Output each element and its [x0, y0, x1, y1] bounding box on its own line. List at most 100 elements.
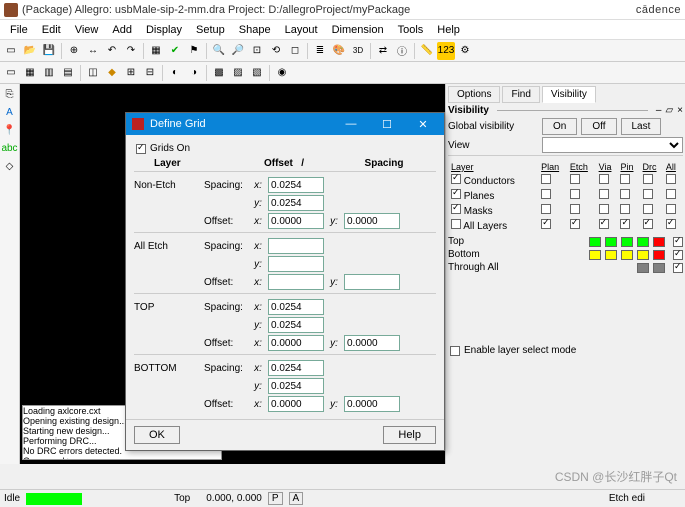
vis-checkbox[interactable] — [666, 189, 676, 199]
vis-checkbox[interactable] — [666, 219, 676, 229]
vis-checkbox[interactable] — [666, 204, 676, 214]
redo-icon[interactable]: ↷ — [122, 42, 140, 60]
panel-dock-icon[interactable]: ▱ — [665, 105, 673, 116]
offset-y-input[interactable] — [344, 213, 400, 229]
tab-visibility[interactable]: Visibility — [542, 86, 596, 103]
menu-display[interactable]: Display — [140, 22, 188, 38]
undo-icon[interactable]: ↶ — [103, 42, 121, 60]
spacing-x-input[interactable] — [268, 299, 324, 315]
tool-n-icon[interactable]: ◉ — [273, 64, 291, 82]
grid-icon[interactable]: ▦ — [147, 42, 165, 60]
badge-icon[interactable]: 123 — [437, 42, 455, 60]
spacing-x-input[interactable] — [268, 360, 324, 376]
color-swatch[interactable] — [637, 250, 649, 260]
vis-checkbox[interactable] — [541, 174, 551, 184]
vis-checkbox[interactable] — [599, 189, 609, 199]
zoom-fit-icon[interactable]: ⊡ — [248, 42, 266, 60]
row-all-checkbox[interactable] — [673, 263, 683, 273]
offset-x-input[interactable] — [268, 274, 324, 290]
vis-last-button[interactable]: Last — [621, 118, 662, 135]
menu-view[interactable]: View — [69, 22, 105, 38]
grids-on-checkbox[interactable] — [136, 144, 146, 154]
spacing-y-input[interactable] — [268, 256, 324, 272]
check-icon[interactable]: ✔ — [166, 42, 184, 60]
lt-font-icon[interactable]: A — [2, 104, 18, 120]
menu-tools[interactable]: Tools — [392, 22, 430, 38]
row-all-checkbox[interactable] — [673, 250, 683, 260]
tab-options[interactable]: Options — [448, 86, 500, 103]
layer-Planes-checkbox[interactable] — [451, 189, 461, 199]
tool-a-icon[interactable]: ▭ — [2, 64, 20, 82]
palette-icon[interactable]: 🎨 — [330, 42, 348, 60]
zoom-prev-icon[interactable]: ⟲ — [267, 42, 285, 60]
vis-checkbox[interactable] — [570, 219, 580, 229]
color-swatch[interactable] — [621, 250, 633, 260]
color-swatch[interactable] — [637, 237, 649, 247]
offset-y-input[interactable] — [344, 335, 400, 351]
arrows-icon[interactable]: ↔ — [84, 42, 102, 60]
spacing-y-input[interactable] — [268, 195, 324, 211]
dialog-max-icon[interactable]: ☐ — [372, 118, 402, 131]
tool-j-icon[interactable]: ◑ — [185, 64, 203, 82]
vis-off-button[interactable]: Off — [581, 118, 616, 135]
tool-b-icon[interactable]: ▦ — [21, 64, 39, 82]
layer-Masks-checkbox[interactable] — [451, 204, 461, 214]
offset-x-input[interactable] — [268, 213, 324, 229]
status-p-button[interactable]: P — [268, 492, 283, 505]
tool-m-icon[interactable]: ▧ — [248, 64, 266, 82]
color-swatch[interactable] — [653, 263, 665, 273]
vis-checkbox[interactable] — [541, 219, 551, 229]
lt-copy-icon[interactable]: ⎘ — [2, 86, 18, 102]
menu-add[interactable]: Add — [106, 22, 138, 38]
vis-checkbox[interactable] — [643, 189, 653, 199]
vis-checkbox[interactable] — [620, 174, 630, 184]
color-swatch[interactable] — [653, 237, 665, 247]
color-swatch[interactable] — [589, 250, 601, 260]
vis-checkbox[interactable] — [643, 174, 653, 184]
dialog-min-icon[interactable]: — — [336, 118, 366, 130]
offset-x-input[interactable] — [268, 335, 324, 351]
vis-checkbox[interactable] — [570, 189, 580, 199]
spacing-y-input[interactable] — [268, 378, 324, 394]
target-icon[interactable]: ⊕ — [65, 42, 83, 60]
row-all-checkbox[interactable] — [673, 237, 683, 247]
color-swatch[interactable] — [605, 237, 617, 247]
menu-layout[interactable]: Layout — [279, 22, 324, 38]
vis-checkbox[interactable] — [599, 204, 609, 214]
color-swatch[interactable] — [637, 263, 649, 273]
help-button[interactable]: Help — [383, 426, 436, 444]
vis-checkbox[interactable] — [599, 174, 609, 184]
spacing-x-input[interactable] — [268, 238, 324, 254]
menu-file[interactable]: File — [4, 22, 34, 38]
lt-text-icon[interactable]: abc — [2, 140, 18, 156]
dialog-close-icon[interactable]: ✕ — [408, 118, 438, 131]
save-icon[interactable]: 💾 — [40, 42, 58, 60]
vis-checkbox[interactable] — [541, 189, 551, 199]
tool-d-icon[interactable]: ▤ — [59, 64, 77, 82]
zoom-sel-icon[interactable]: ◻ — [286, 42, 304, 60]
menu-edit[interactable]: Edit — [36, 22, 67, 38]
vis-checkbox[interactable] — [643, 204, 653, 214]
layer-All Layers-checkbox[interactable] — [451, 219, 461, 229]
open-icon[interactable]: 📂 — [21, 42, 39, 60]
tool-f-icon[interactable]: ◆ — [103, 64, 121, 82]
menu-dimension[interactable]: Dimension — [326, 22, 390, 38]
tab-find[interactable]: Find — [502, 86, 539, 103]
vis-checkbox[interactable] — [541, 204, 551, 214]
color-swatch[interactable] — [653, 250, 665, 260]
layer-Conductors-checkbox[interactable] — [451, 174, 461, 184]
enable-layer-select-checkbox[interactable] — [450, 346, 460, 356]
color-swatch[interactable] — [621, 237, 633, 247]
tool-e-icon[interactable]: ◫ — [84, 64, 102, 82]
panel-close-icon[interactable]: × — [677, 105, 683, 116]
gear-icon[interactable]: ⚙ — [456, 42, 474, 60]
tool-g-icon[interactable]: ⊞ — [122, 64, 140, 82]
tool-i-icon[interactable]: ◐ — [166, 64, 184, 82]
info-icon[interactable]: ⓘ — [393, 42, 411, 60]
tool-k-icon[interactable]: ▩ — [210, 64, 228, 82]
tool-h-icon[interactable]: ⊟ — [141, 64, 159, 82]
vis-checkbox[interactable] — [620, 189, 630, 199]
lt-pin-icon[interactable]: 📍 — [2, 122, 18, 138]
zoom-in-icon[interactable]: 🔍 — [210, 42, 228, 60]
ruler-icon[interactable]: 📏 — [418, 42, 436, 60]
